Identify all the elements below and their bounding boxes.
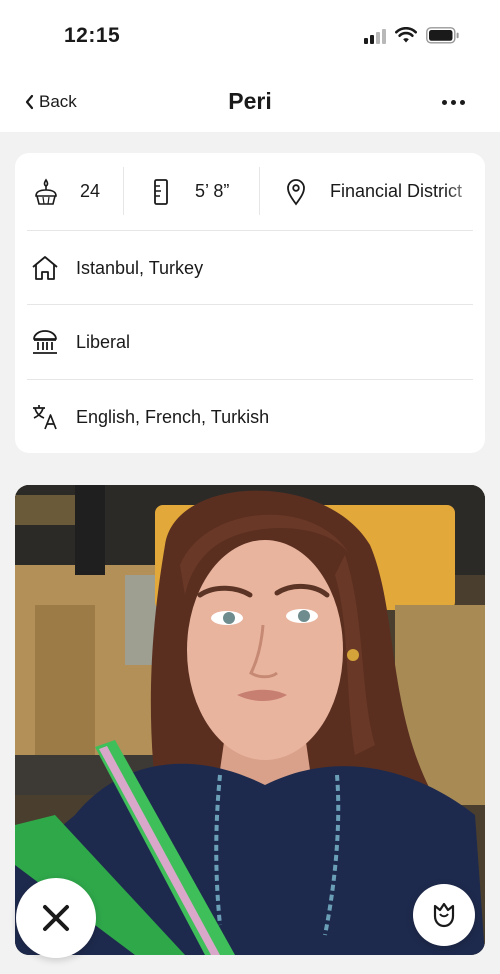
home-icon bbox=[31, 254, 59, 282]
rose-button[interactable] bbox=[413, 884, 475, 946]
wifi-icon bbox=[395, 27, 417, 43]
language-icon bbox=[31, 403, 59, 431]
profile-info-card: 24 5’ 8” Financial District Istanbul, Tu… bbox=[15, 153, 485, 453]
hometown-label: Istanbul, Turkey bbox=[76, 257, 204, 278]
politics-label: Liberal bbox=[76, 331, 131, 352]
close-x-icon bbox=[43, 905, 69, 931]
scroll-fade bbox=[445, 153, 485, 230]
more-options-button[interactable] bbox=[442, 100, 465, 105]
more-dots-icon bbox=[442, 100, 447, 105]
politics-icon bbox=[31, 328, 59, 356]
languages-label: English, French, Turkish bbox=[76, 406, 270, 427]
status-bar: 12:15 bbox=[0, 0, 500, 70]
nav-bar: Back Peri bbox=[0, 70, 500, 132]
height-value: 5’ 8” bbox=[195, 181, 230, 201]
profile-photo[interactable] bbox=[15, 485, 485, 955]
location-value: Financial District bbox=[330, 181, 463, 201]
height-chip: 5’ 8” bbox=[147, 153, 229, 230]
status-time: 12:15 bbox=[64, 24, 121, 47]
location-chip: Financial District bbox=[282, 153, 462, 230]
vitals-row[interactable]: 24 5’ 8” Financial District bbox=[15, 153, 485, 230]
age-chip: 24 bbox=[32, 153, 100, 230]
ruler-icon bbox=[147, 178, 175, 206]
hometown-row: Istanbul, Turkey bbox=[15, 231, 485, 305]
profile-photo-illustration bbox=[15, 485, 485, 955]
rose-icon bbox=[433, 902, 455, 928]
dismiss-button[interactable] bbox=[16, 878, 96, 958]
location-pin-icon bbox=[282, 178, 310, 206]
battery-icon bbox=[426, 27, 459, 44]
languages-row: English, French, Turkish bbox=[15, 380, 485, 453]
page-title: Peri bbox=[228, 88, 272, 114]
signal-icon bbox=[364, 28, 386, 44]
politics-row: Liberal bbox=[15, 305, 485, 379]
divider bbox=[123, 167, 124, 215]
cake-icon bbox=[32, 178, 60, 206]
divider bbox=[259, 167, 260, 215]
age-value: 24 bbox=[80, 181, 101, 201]
status-icons bbox=[364, 27, 460, 44]
